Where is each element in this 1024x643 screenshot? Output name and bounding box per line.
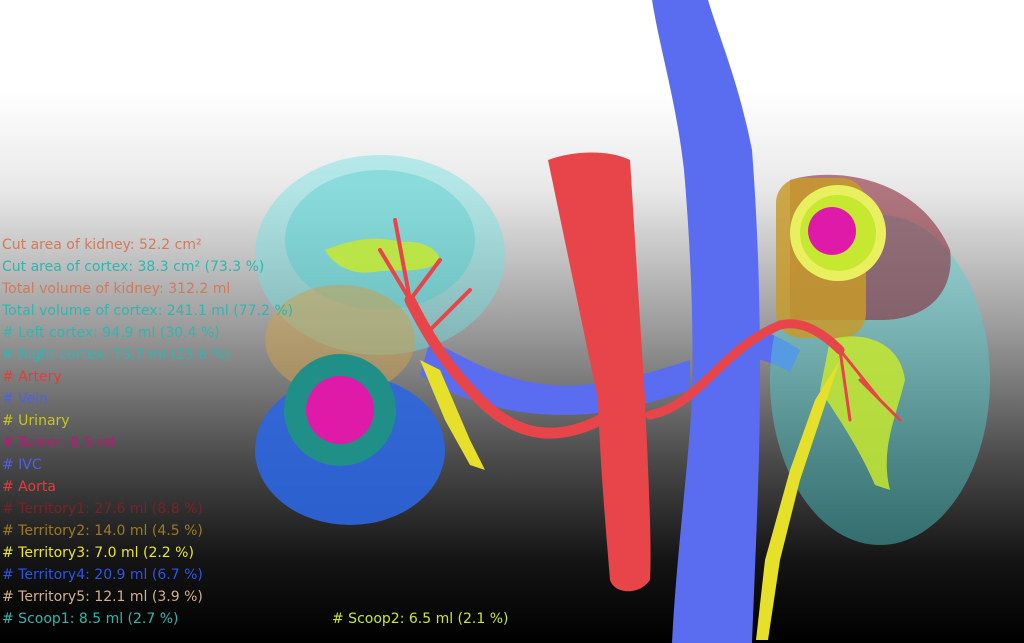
aorta	[548, 152, 651, 592]
3d-viewport[interactable]	[0, 0, 1024, 643]
tumor-left	[306, 376, 374, 444]
ivc-vessel	[652, 0, 760, 643]
tumor-right	[808, 207, 856, 255]
